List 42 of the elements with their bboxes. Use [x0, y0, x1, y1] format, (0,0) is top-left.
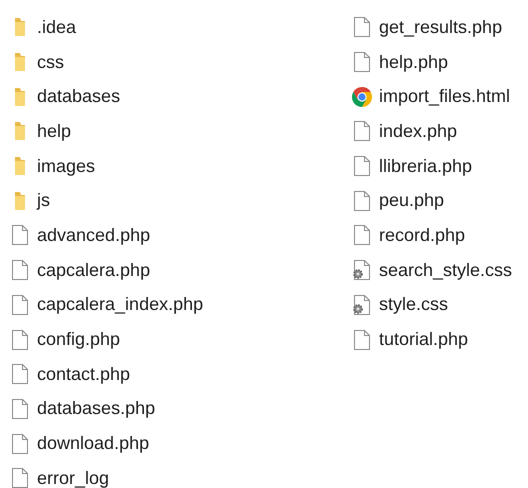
file-list-item[interactable]: import_files.html — [351, 79, 528, 114]
file-list-item[interactable]: images — [9, 148, 351, 184]
file-list-item[interactable]: databases — [9, 79, 351, 114]
file-list-item[interactable]: css — [9, 44, 351, 80]
file-icon — [9, 363, 31, 386]
file-list-item[interactable]: advanced.php — [9, 218, 351, 253]
file-icon — [9, 224, 31, 246]
file-list-item[interactable]: help — [9, 114, 351, 149]
file-icon — [351, 155, 373, 178]
file-list-item[interactable]: style.css — [351, 288, 528, 322]
file-icon — [9, 328, 31, 351]
file-list-item[interactable]: tutorial.php — [351, 322, 528, 357]
file-list-item[interactable]: download.php — [9, 426, 351, 461]
file-list-item[interactable]: js — [9, 183, 351, 218]
file-list-item[interactable]: capcalera.php — [9, 252, 351, 288]
file-list-item[interactable]: contact.php — [9, 356, 351, 392]
file-icon — [9, 467, 31, 488]
gear-file-icon — [351, 294, 373, 316]
file-list-item[interactable]: search_style.css — [351, 252, 528, 288]
file-list-item[interactable]: peu.php — [351, 183, 528, 218]
file-list-item[interactable]: record.php — [351, 218, 528, 253]
file-list-item[interactable]: llibreria.php — [351, 148, 528, 184]
file-list-item[interactable]: error_log — [9, 460, 351, 488]
file-list-item[interactable]: databases.php — [9, 392, 351, 426]
file-list-item[interactable]: help.php — [351, 44, 528, 80]
gear-file-icon — [351, 259, 373, 282]
file-list-item[interactable]: index.php — [351, 114, 528, 149]
file-list-item[interactable]: capcalera_index.php — [9, 288, 351, 322]
file-icon — [351, 190, 373, 212]
file-list-item[interactable]: get_results.php — [351, 10, 528, 45]
file-icon — [9, 259, 31, 282]
file-icon — [9, 294, 31, 316]
file-icon — [351, 120, 373, 142]
file-icon — [351, 328, 373, 351]
file-icon — [351, 51, 373, 74]
file-icon — [351, 16, 373, 38]
file-icon — [9, 432, 31, 455]
browser-logo-icon — [351, 86, 373, 108]
file-icon — [9, 398, 31, 420]
file-list-item[interactable]: config.php — [9, 322, 351, 357]
file-list-item[interactable]: .idea — [9, 10, 351, 45]
file-icon — [351, 224, 373, 246]
